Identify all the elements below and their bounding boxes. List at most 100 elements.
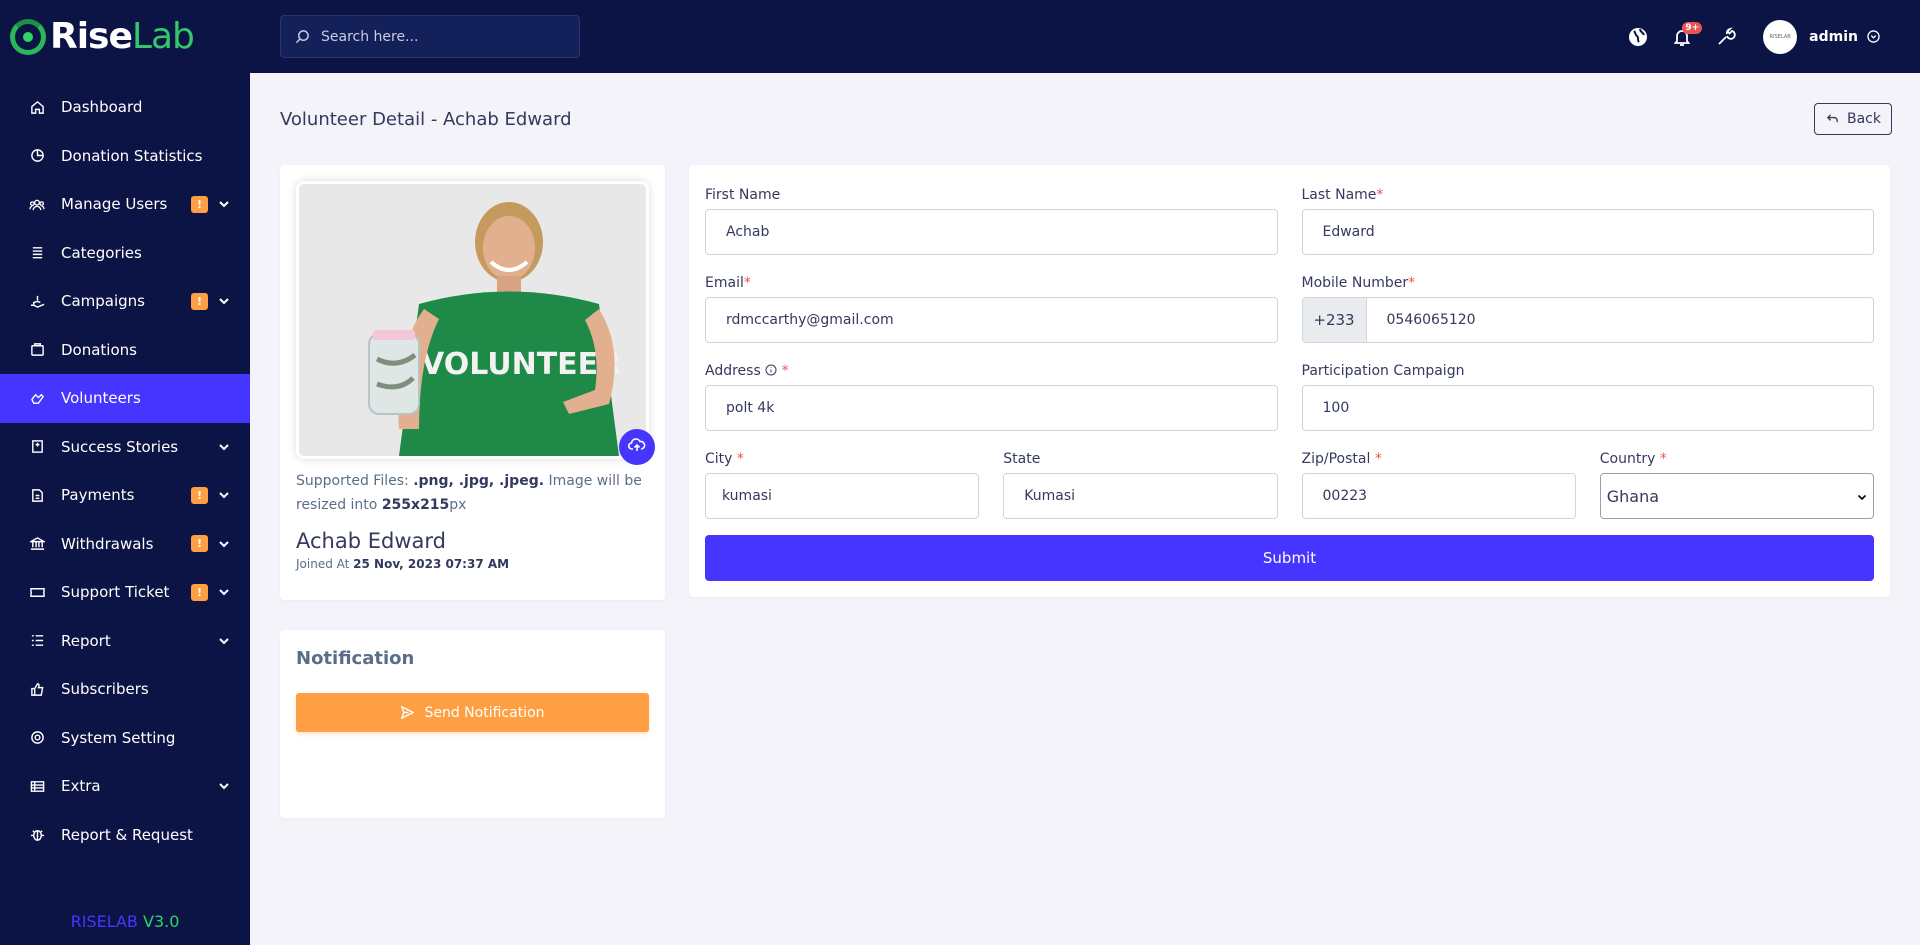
sidebar-item-dashboard[interactable]: Dashboard [0,83,250,132]
chevron-down-icon [218,635,230,647]
sidebar-item-donation-statistics[interactable]: Donation Statistics [0,132,250,181]
address-input[interactable]: polt 4k [705,385,1278,431]
logo[interactable]: Rise Lab [0,0,250,73]
report-icon [29,633,45,649]
sidebar-item-label: Report [61,631,111,650]
address-label: Address [705,363,761,379]
sidebar-item-payments[interactable]: Payments ! [0,471,250,520]
sidebar-item-volunteers[interactable]: Volunteers [0,374,250,423]
donation-icon [29,342,45,358]
version-label: RISELAB V3.0 [0,912,250,931]
first-name-input[interactable]: Achab [705,209,1278,255]
topbar: 9+ RISELAB admin [250,0,1920,73]
sidebar: Rise Lab Dashboard Donation Statistics Ma… [0,0,250,945]
sidebar-item-extra[interactable]: Extra [0,762,250,811]
payment-icon [29,487,45,503]
warning-badge: ! [191,535,208,553]
wrench-icon[interactable] [1715,26,1737,48]
email-input[interactable]: rdmccarthy@gmail.com [705,297,1278,343]
form-row: Email* rdmccarthy@gmail.com Mobile Numbe… [705,269,1874,343]
mobile-field-group: Mobile Number* +233 0546065120 [1301,269,1875,343]
back-button[interactable]: Back [1814,103,1892,135]
sidebar-item-withdrawals[interactable]: Withdrawals ! [0,520,250,569]
logo-rise-text: Rise [50,16,133,57]
send-notification-button[interactable]: Send Notification [296,693,649,732]
form-row: Address * polt 4k Participation Campaign… [705,357,1874,431]
notification-title: Notification [296,648,415,669]
sidebar-item-label: Dashboard [61,98,143,117]
state-input[interactable]: Kumasi [1003,473,1278,519]
sidebar-item-donations[interactable]: Donations [0,326,250,375]
sidebar-item-label: Payments [61,486,135,505]
campaign-field-group: Participation Campaign 100 [1301,357,1874,431]
bug-icon [29,827,45,843]
sidebar-item-support-ticket[interactable]: Support Ticket ! [0,568,250,617]
back-arrow-icon [1825,112,1839,126]
chevron-down-icon [218,489,230,501]
required-mark: * [1376,187,1384,203]
logo-mark-icon [10,18,46,55]
sidebar-item-subscribers[interactable]: Subscribers [0,665,250,714]
cloud-upload-icon [627,436,646,458]
sidebar-item-campaigns[interactable]: Campaigns ! [0,277,250,326]
ticket-icon [29,584,45,600]
search-input[interactable] [321,28,561,45]
home-icon [29,99,45,115]
participation-campaign-input[interactable]: 100 [1301,385,1874,431]
globe-icon[interactable] [1627,26,1649,48]
warning-badge: ! [191,195,208,213]
warning-badge: ! [191,583,208,601]
required-mark: * [736,451,744,467]
info-icon[interactable] [765,358,777,376]
version-number: V3.0 [143,912,180,931]
sidebar-item-label: Withdrawals [61,534,154,553]
search-box[interactable] [280,15,580,58]
avatar[interactable]: RISELAB [1763,19,1798,54]
mobile-input[interactable]: 0546065120 [1367,298,1874,342]
sidebar-item-manage-users[interactable]: Manage Users ! [0,180,250,229]
notification-count-badge: 9+ [1682,21,1703,34]
city-field-group: City * kumasi [705,445,980,519]
bell-icon[interactable]: 9+ [1671,21,1703,48]
main-content: Volunteer Detail - Achab Edward Back VOL… [250,73,1920,945]
lifebuoy-icon [29,730,45,746]
required-mark: * [1374,451,1382,467]
user-name[interactable]: admin [1809,29,1858,45]
sidebar-item-success-stories[interactable]: Success Stories [0,423,250,472]
first-name-label: First Name [705,187,781,203]
chevron-down-icon [218,198,230,210]
campaign-label: Participation Campaign [1301,363,1465,379]
bank-icon [29,536,45,552]
mobile-label-wrap: Mobile Number* [1302,269,1875,297]
required-mark: * [1659,451,1667,467]
last-name-label-wrap: Last Name* [1302,181,1875,209]
form-row: City * kumasi State Kumasi Zip/Postal * … [705,445,1874,519]
country-selected-value: Ghana [1606,486,1660,506]
topbar-actions: 9+ RISELAB admin [1605,0,1880,73]
email-label: Email [705,275,744,291]
country-select[interactable]: Ghana [1599,473,1874,519]
mobile-input-group: +233 0546065120 [1301,297,1874,343]
server-icon [29,778,45,794]
submit-button[interactable]: Submit [705,535,1874,581]
supported-files-note: Supported Files: .png, .jpg, .jpeg. Imag… [296,469,649,517]
zip-input[interactable]: 00223 [1301,473,1576,519]
page-header: Volunteer Detail - Achab Edward Back [280,73,1892,165]
chevron-down-circle-icon[interactable] [1866,26,1880,48]
last-name-input[interactable]: Edward [1301,209,1874,255]
country-field-group: Country * Ghana [1599,445,1874,519]
back-button-label: Back [1847,111,1881,127]
city-label: City [705,451,733,467]
chevron-down-icon [218,586,230,598]
notification-card: Notification Send Notification [280,630,665,818]
sidebar-item-label: Donations [61,340,137,359]
page-title: Volunteer Detail - Achab Edward [280,108,572,130]
sidebar-item-system-setting[interactable]: System Setting [0,714,250,763]
city-input[interactable]: kumasi [705,473,980,519]
sidebar-item-categories[interactable]: Categories [0,229,250,278]
sidebar-item-report-request[interactable]: Report & Request [0,811,250,860]
country-label: Country [1599,451,1656,467]
state-field-group: State Kumasi [1003,445,1278,519]
upload-photo-button[interactable] [619,429,655,465]
sidebar-item-report[interactable]: Report [0,617,250,666]
